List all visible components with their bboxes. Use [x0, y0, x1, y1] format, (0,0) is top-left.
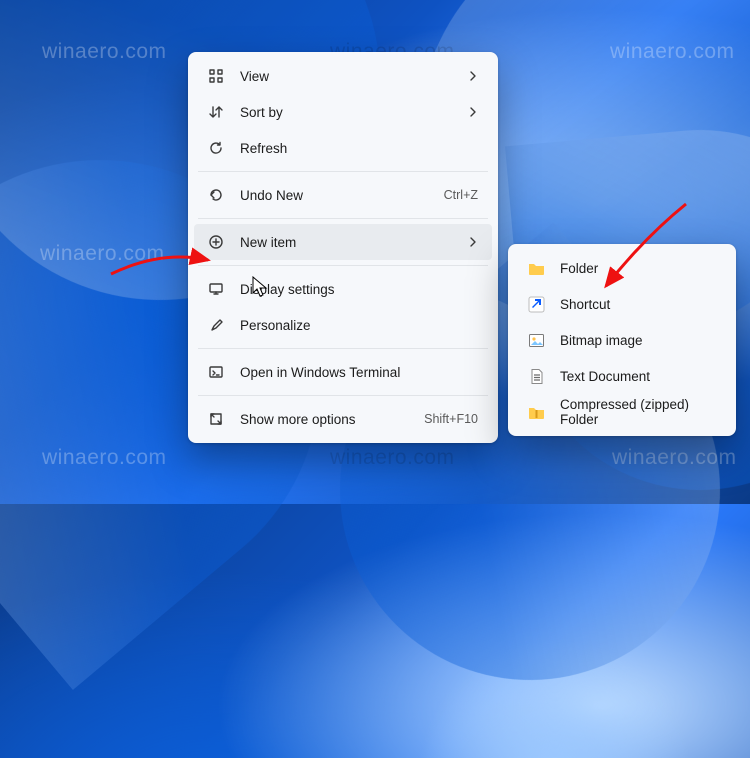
plus-circle-icon	[206, 232, 226, 252]
menu-separator	[198, 395, 488, 396]
menu-item-undo[interactable]: Undo New Ctrl+Z	[194, 177, 492, 213]
menu-item-view[interactable]: View	[194, 58, 492, 94]
submenu-item-label: Compressed (zipped) Folder	[560, 397, 716, 427]
desktop-context-menu: View Sort by Refresh Undo New Ctrl+Z New…	[188, 52, 498, 443]
refresh-icon	[206, 138, 226, 158]
submenu-item-bitmap[interactable]: Bitmap image	[514, 322, 730, 358]
menu-item-personalize[interactable]: Personalize	[194, 307, 492, 343]
menu-item-label: Refresh	[240, 141, 478, 156]
menu-separator	[198, 265, 488, 266]
expand-icon	[206, 409, 226, 429]
menu-item-sort-by[interactable]: Sort by	[194, 94, 492, 130]
zip-folder-icon	[526, 402, 546, 422]
menu-item-label: View	[240, 69, 468, 84]
menu-item-refresh[interactable]: Refresh	[194, 130, 492, 166]
sort-icon	[206, 102, 226, 122]
terminal-icon	[206, 362, 226, 382]
folder-icon	[526, 258, 546, 278]
menu-item-show-more-options[interactable]: Show more options Shift+F10	[194, 401, 492, 437]
menu-item-display-settings[interactable]: Display settings	[194, 271, 492, 307]
shortcut-icon	[526, 294, 546, 314]
menu-separator	[198, 171, 488, 172]
chevron-right-icon	[468, 71, 478, 81]
menu-item-new-item[interactable]: New item	[194, 224, 492, 260]
undo-icon	[206, 185, 226, 205]
display-icon	[206, 279, 226, 299]
menu-item-label: Open in Windows Terminal	[240, 365, 478, 380]
submenu-item-label: Text Document	[560, 369, 716, 384]
submenu-item-text-document[interactable]: Text Document	[514, 358, 730, 394]
menu-item-label: Show more options	[240, 412, 424, 427]
submenu-item-label: Shortcut	[560, 297, 716, 312]
menu-item-shortcut: Ctrl+Z	[444, 188, 478, 202]
bitmap-image-icon	[526, 330, 546, 350]
chevron-right-icon	[468, 107, 478, 117]
menu-item-label: Sort by	[240, 105, 468, 120]
menu-separator	[198, 348, 488, 349]
menu-item-open-terminal[interactable]: Open in Windows Terminal	[194, 354, 492, 390]
submenu-item-shortcut[interactable]: Shortcut	[514, 286, 730, 322]
new-item-submenu: Folder Shortcut Bitmap image Text Docume…	[508, 244, 736, 436]
chevron-right-icon	[468, 237, 478, 247]
text-document-icon	[526, 366, 546, 386]
menu-separator	[198, 218, 488, 219]
paintbrush-icon	[206, 315, 226, 335]
menu-item-label: Undo New	[240, 188, 444, 203]
submenu-item-folder[interactable]: Folder	[514, 250, 730, 286]
submenu-item-compressed-folder[interactable]: Compressed (zipped) Folder	[514, 394, 730, 430]
menu-item-label: New item	[240, 235, 468, 250]
submenu-item-label: Bitmap image	[560, 333, 716, 348]
menu-item-shortcut: Shift+F10	[424, 412, 478, 426]
menu-item-label: Personalize	[240, 318, 478, 333]
view-grid-icon	[206, 66, 226, 86]
menu-item-label: Display settings	[240, 282, 478, 297]
submenu-item-label: Folder	[560, 261, 716, 276]
